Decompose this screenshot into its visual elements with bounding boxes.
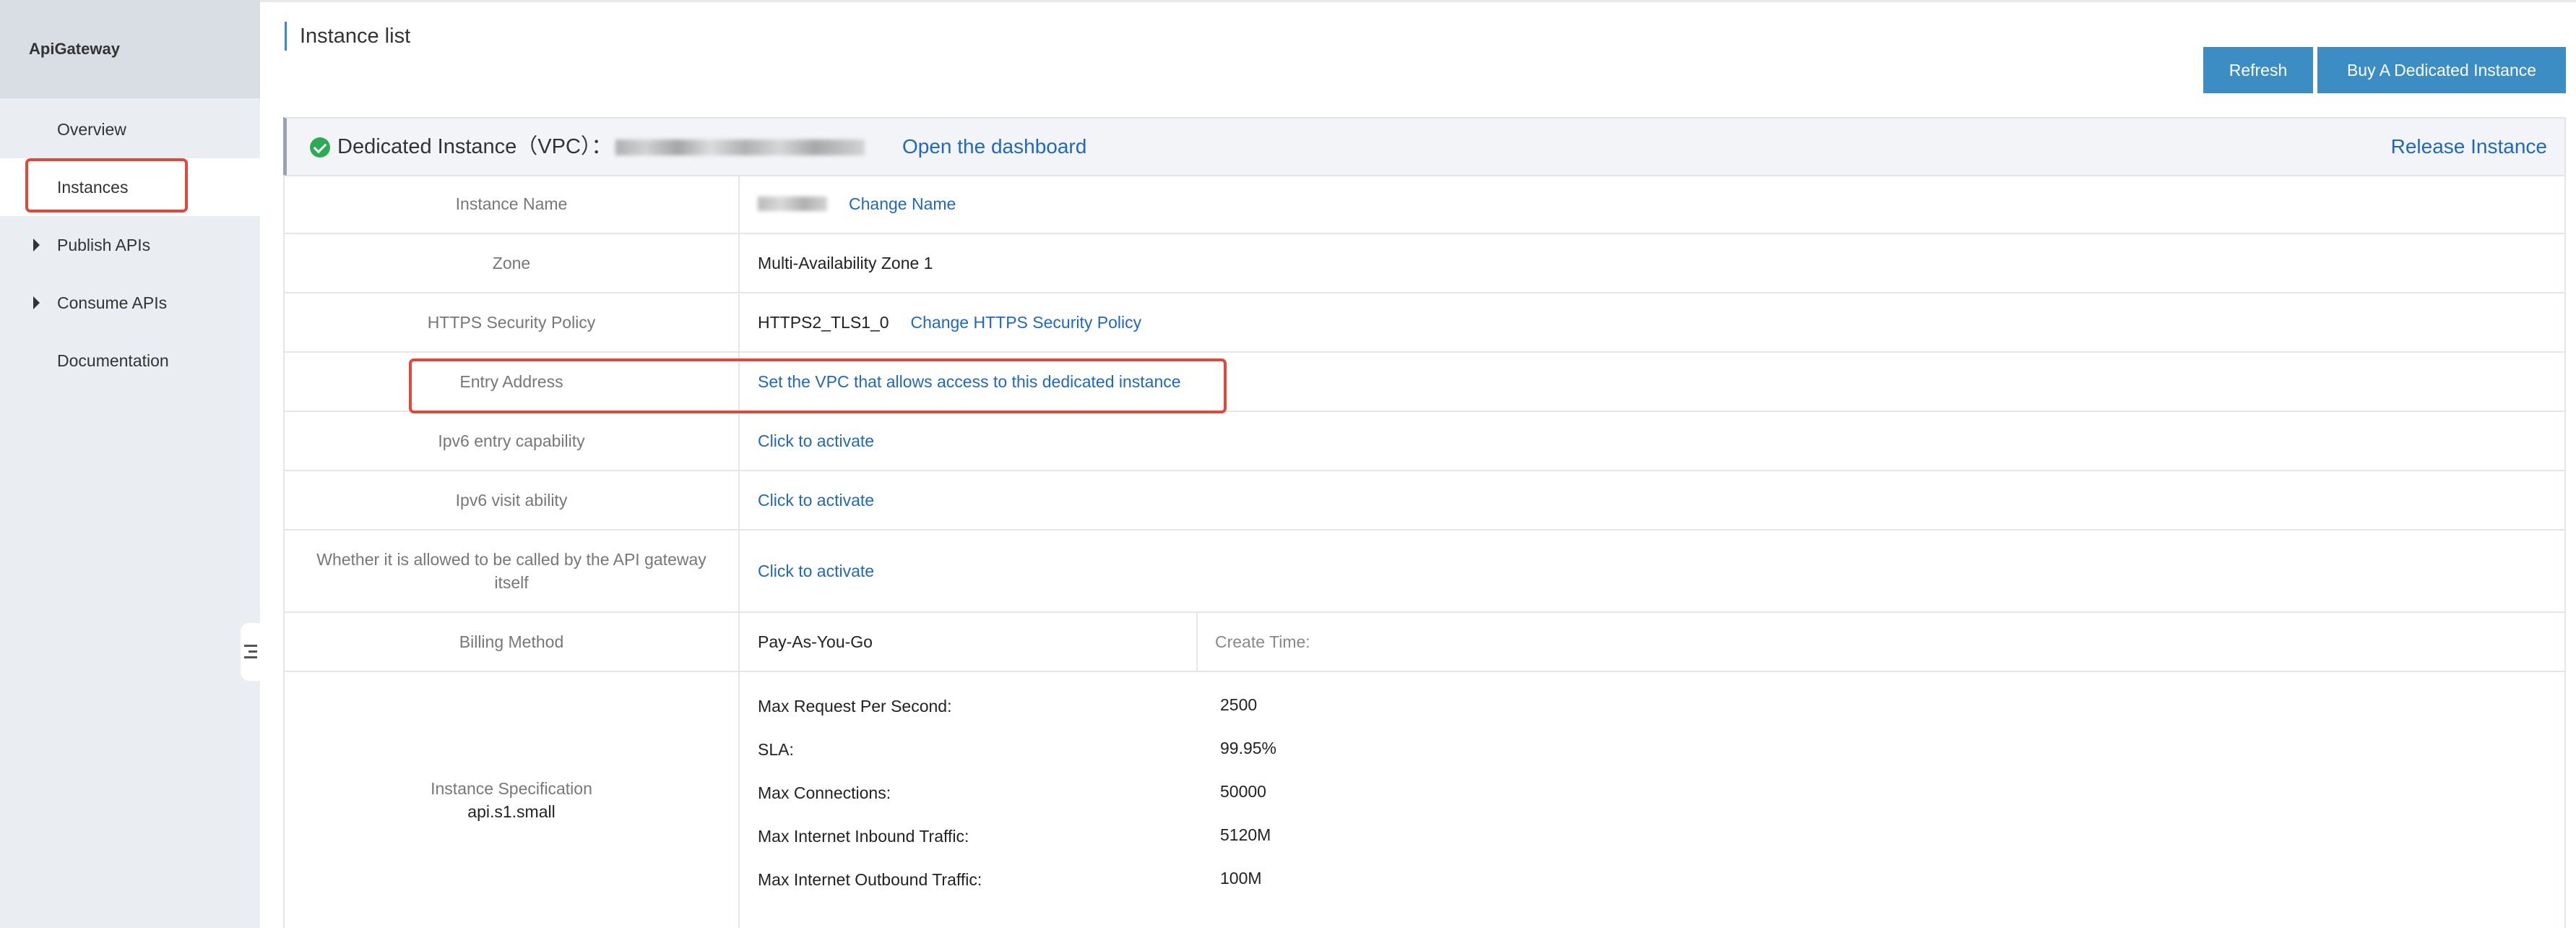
row-label: Billing Method: [285, 613, 740, 671]
sidebar-item-instances[interactable]: Instances: [0, 158, 260, 216]
spec-item-label: Max Request Per Second:: [758, 697, 952, 716]
sidebar-item-publish-apis[interactable]: Publish APIs: [0, 216, 260, 274]
instance-type-label: Dedicated Instance（VPC）：: [337, 135, 613, 158]
spec-item-value: 99.95%: [1220, 739, 1277, 757]
spec-item-label: Max Connections:: [758, 783, 891, 802]
buy-dedicated-instance-button[interactable]: Buy A Dedicated Instance: [2317, 47, 2566, 93]
status-ok-icon: [310, 137, 330, 158]
collapse-menu-icon: [243, 645, 257, 659]
table-row-entry-address: Entry Address Set the VPC that allows ac…: [285, 353, 2564, 412]
zone-value: Multi-Availability Zone 1: [758, 253, 933, 272]
spec-item-label: Max Internet Outbound Traffic:: [758, 870, 982, 889]
spec-label: Instance Specification: [431, 779, 592, 798]
caret-right-icon: [33, 239, 40, 252]
spec-item-label: Max Internet Inbound Traffic:: [758, 827, 969, 846]
row-label: Whether it is allowed to be called by th…: [285, 530, 740, 611]
activate-ipv6-visit-link[interactable]: Click to activate: [758, 491, 874, 510]
instance-detail-table: Instance Name Change Name Zone Multi-Ava…: [283, 175, 2566, 928]
spec-item-value: 100M: [1220, 869, 1262, 888]
sidebar-collapse-toggle[interactable]: [241, 623, 260, 681]
table-row-ipv6-entry: Ipv6 entry capability Click to activate: [285, 412, 2564, 471]
table-row-self-call: Whether it is allowed to be called by th…: [285, 530, 2564, 613]
row-value: Set the VPC that allows access to this d…: [740, 353, 2564, 411]
sidebar-item-consume-apis[interactable]: Consume APIs: [0, 274, 260, 332]
release-instance-link[interactable]: Release Instance: [2391, 119, 2547, 175]
sidebar-item-label: Instances: [57, 177, 129, 197]
open-dashboard-link[interactable]: Open the dashboard: [902, 119, 1086, 175]
table-row-zone: Zone Multi-Availability Zone 1: [285, 234, 2564, 293]
row-value: Click to activate: [740, 530, 2564, 611]
change-https-policy-link[interactable]: Change HTTPS Security Policy: [911, 313, 1142, 332]
spec-item-value: 2500: [1220, 695, 1258, 714]
row-label: Zone: [285, 234, 740, 292]
instance-id-redacted: [615, 139, 865, 155]
spec-item-value: 50000: [1220, 782, 1266, 801]
table-row-ipv6-visit: Ipv6 visit ability Click to activate: [285, 471, 2564, 530]
table-row-instance-name: Instance Name Change Name: [285, 175, 2564, 234]
page-title: Instance list: [285, 22, 410, 51]
refresh-button[interactable]: Refresh: [2203, 47, 2313, 93]
sidebar-item-label: Publish APIs: [57, 235, 151, 254]
spec-item-value: 5120M: [1220, 825, 1271, 844]
table-row-specification: Instance Specification api.s1.small Max …: [285, 672, 2564, 928]
sidebar-item-documentation[interactable]: Documentation: [0, 332, 260, 390]
create-time-label: Create Time:: [1196, 613, 2564, 671]
instance-name-redacted: [758, 197, 827, 211]
row-label: Entry Address: [285, 353, 740, 411]
row-label: HTTPS Security Policy: [285, 293, 740, 351]
sidebar-item-overview[interactable]: Overview: [0, 100, 260, 158]
sidebar-item-label: Consume APIs: [57, 293, 168, 312]
row-label: Ipv6 visit ability: [285, 471, 740, 529]
table-row-billing: Billing Method Pay-As-You-Go Create Time…: [285, 613, 2564, 672]
sidebar-item-label: Documentation: [57, 351, 169, 370]
top-border: [260, 0, 2576, 2]
activate-ipv6-entry-link[interactable]: Click to activate: [758, 431, 874, 451]
row-value: Click to activate: [740, 412, 2564, 470]
caret-right-icon: [33, 296, 40, 309]
row-value: HTTPS2_TLS1_0 Change HTTPS Security Poli…: [740, 293, 2564, 351]
brand-title: ApiGateway: [0, 0, 260, 98]
row-label: Ipv6 entry capability: [285, 412, 740, 470]
spec-code: api.s1.small: [467, 802, 556, 821]
instance-header: Dedicated Instance（VPC）： Open the dashbo…: [283, 117, 2566, 176]
row-value: Click to activate: [740, 471, 2564, 529]
row-label: Instance Specification api.s1.small: [285, 672, 740, 928]
sidebar-item-label: Overview: [57, 119, 126, 139]
set-vpc-access-link[interactable]: Set the VPC that allows access to this d…: [758, 372, 1181, 392]
https-policy-value: HTTPS2_TLS1_0: [758, 312, 889, 332]
change-name-link[interactable]: Change Name: [849, 194, 956, 214]
spec-item-label: SLA:: [758, 740, 794, 759]
row-value: Change Name: [740, 175, 2564, 233]
activate-self-call-link[interactable]: Click to activate: [758, 562, 874, 581]
table-row-https-policy: HTTPS Security Policy HTTPS2_TLS1_0 Chan…: [285, 293, 2564, 353]
row-label: Instance Name: [285, 175, 740, 233]
sidebar: ApiGateway Overview Instances Publish AP…: [0, 0, 260, 928]
